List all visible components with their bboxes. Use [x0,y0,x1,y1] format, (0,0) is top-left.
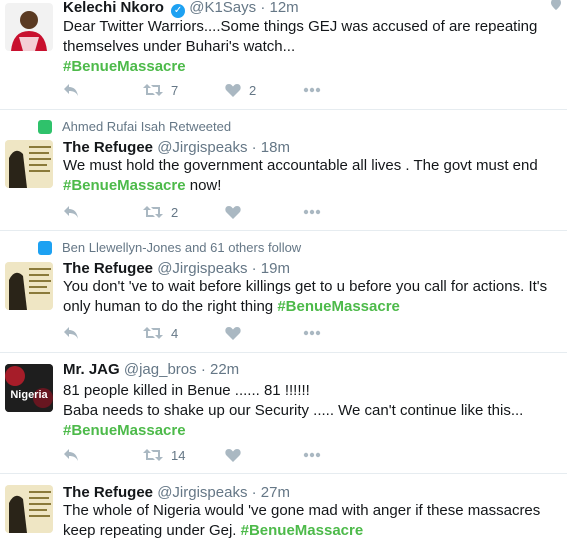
more-button[interactable] [303,323,321,343]
display-name[interactable]: The Refugee [63,139,153,156]
reply-button[interactable] [63,202,79,222]
avatar-jag[interactable]: Nigeria [5,364,53,412]
tweet-text: Dear Twitter Warriors....Some things GEJ… [63,18,538,75]
retweet-button[interactable]: 14 [143,445,185,465]
reply-button[interactable] [63,80,79,100]
more-icon [303,87,321,93]
reply-button[interactable] [63,445,79,465]
tweet-2[interactable]: Ahmed Rufai Isah Retweeted The Refugee @… [0,110,567,231]
reply-icon [64,206,78,218]
more-button[interactable] [303,80,321,100]
timestamp[interactable]: 18m [261,139,290,156]
avatar-refugee[interactable] [5,262,53,310]
retweet-icon [143,449,163,461]
handle[interactable]: @Jirgispeaks [157,139,247,156]
heart-icon [225,84,241,97]
retweet-count: 2 [171,204,179,220]
handle[interactable]: @Jirgispeaks [157,260,247,277]
tweet-header: The Refugee @Jirgispeaks · 18m [63,139,290,156]
hashtag-link[interactable]: #BenueMassacre [63,58,186,75]
retweet-count: 4 [171,325,179,341]
retweet-context-text[interactable]: Ahmed Rufai Isah Retweeted [62,119,231,134]
retweet-icon [143,84,163,96]
retweet-button[interactable]: 7 [143,80,178,100]
person-icon [38,240,52,255]
avatar-refugee[interactable] [5,140,53,188]
timestamp[interactable]: 27m [261,484,290,501]
display-name[interactable]: Mr. JAG [63,361,120,378]
retweet-context: Ahmed Rufai Isah Retweeted [38,119,231,134]
hashtag-link[interactable]: #BenueMassacre [277,298,400,315]
timestamp[interactable]: 22m [210,361,239,378]
tweet-header: The Refugee @Jirgispeaks · 19m [63,260,290,277]
more-button[interactable] [303,202,321,222]
more-icon [303,209,321,215]
heart-icon [225,206,241,219]
tweet-header: The Refugee @Jirgispeaks · 27m [63,484,290,501]
timestamp[interactable]: 19m [261,260,290,277]
more-icon [303,452,321,458]
like-button[interactable] [225,445,241,465]
tweet-1[interactable]: Kelechi Nkoro ✓ @K1Says · 12m Dear Twitt… [0,0,567,110]
reply-button[interactable] [63,323,79,343]
hashtag-link[interactable]: #BenueMassacre [241,522,364,539]
retweet-count: 14 [171,447,186,463]
like-button[interactable] [225,323,241,343]
like-button[interactable] [225,202,241,222]
hashtag-link[interactable]: #BenueMassacre [63,422,186,439]
avatar-kelechi[interactable] [5,3,53,51]
retweet-button[interactable]: 4 [143,323,178,343]
tweet-text: We must hold the government accountable … [63,157,538,194]
follow-context-text[interactable]: Ben Llewellyn-Jones and 61 others follow [62,240,301,255]
display-name[interactable]: The Refugee [63,484,153,501]
retweet-icon [143,327,163,339]
hashtag-link[interactable]: #BenueMassacre [63,177,186,194]
retweet-icon [143,206,163,218]
tweet-5[interactable]: The Refugee @Jirgispeaks · 27m The whole… [0,474,567,539]
handle[interactable]: @Jirgispeaks [157,484,247,501]
more-icon [303,330,321,336]
like-count: 2 [249,82,257,98]
tweet-header: Mr. JAG @jag_bros · 22m [63,361,240,378]
tweet-header: Kelechi Nkoro ✓ @K1Says · 12m [63,0,299,18]
verified-icon: ✓ [171,4,186,18]
reply-icon [64,327,78,339]
handle[interactable]: @jag_bros [124,361,197,378]
timestamp[interactable]: 12m [269,0,298,16]
avatar-text: Nigeria [10,389,48,401]
follow-context: Ben Llewellyn-Jones and 61 others follow [38,240,301,255]
like-button[interactable]: 2 [225,80,256,100]
retweet-count: 7 [171,82,179,98]
chevron-down-icon[interactable] [551,0,561,10]
tweet-4[interactable]: Nigeria Mr. JAG @jag_bros · 22m 81 peopl… [0,353,567,474]
avatar-refugee[interactable] [5,485,53,533]
tweet-text: The whole of Nigeria would 've gone mad … [63,502,541,539]
display-name[interactable]: Kelechi Nkoro [63,0,164,16]
display-name[interactable]: The Refugee [63,260,153,277]
more-button[interactable] [303,445,321,465]
heart-icon [225,327,241,340]
handle[interactable]: @K1Says [189,0,256,16]
tweet-text: 81 people killed in Benue ...... 81 !!!!… [63,382,524,439]
heart-icon [225,449,241,462]
retweet-button[interactable]: 2 [143,202,178,222]
reply-icon [64,84,78,96]
tweet-text: You don't 've to wait before killings ge… [63,278,548,315]
reply-icon [64,449,78,461]
tweet-3[interactable]: Ben Llewellyn-Jones and 61 others follow… [0,231,567,353]
retweet-icon [38,119,52,134]
